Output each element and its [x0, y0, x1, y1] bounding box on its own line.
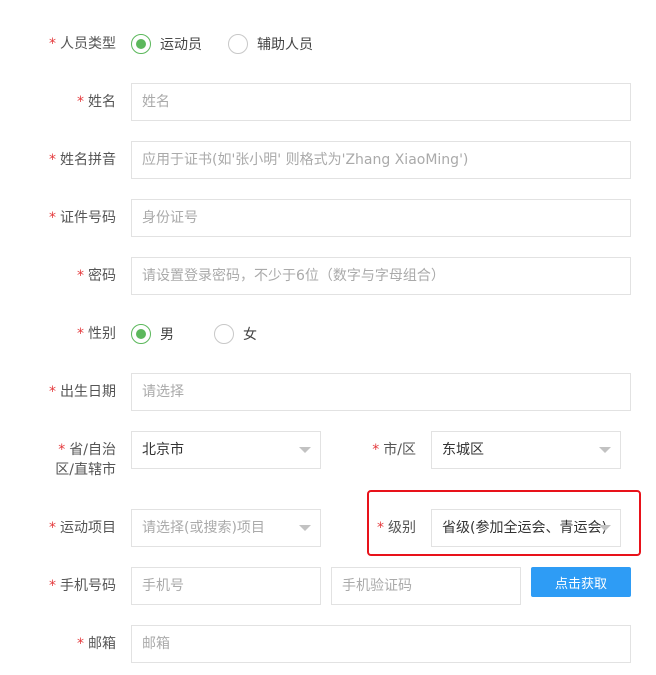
city-select[interactable]: 东城区 [431, 431, 621, 469]
gender-label: * 性别 [77, 326, 116, 342]
name-label: * 姓名 [77, 94, 116, 110]
radio-checked-icon [131, 324, 151, 344]
verification-code-input[interactable] [331, 567, 521, 605]
password-input[interactable] [131, 257, 631, 295]
email-input[interactable] [131, 625, 631, 663]
chevron-down-icon [299, 525, 311, 531]
pinyin-input[interactable] [131, 141, 631, 179]
get-code-button[interactable]: 点击获取 [531, 567, 631, 597]
radio-unchecked-icon [228, 34, 248, 54]
radio-athlete[interactable]: 运动员 [131, 34, 202, 54]
required-mark: * [49, 36, 56, 52]
radio-female[interactable]: 女 [214, 324, 257, 344]
person-type-radio-group: 运动员 辅助人员 [131, 34, 339, 54]
gender-radio-group: 男 女 [131, 324, 283, 344]
id-number-input[interactable] [131, 199, 631, 237]
chevron-down-icon [599, 525, 611, 531]
province-label: * 省/自治 区/直辖市 [55, 442, 116, 478]
level-label: * 级别 [377, 520, 416, 536]
password-label: * 密码 [77, 268, 116, 284]
level-select[interactable]: 省级(参加全运会、青运会) [431, 509, 621, 547]
sport-label: * 运动项目 [49, 520, 116, 536]
birth-date-label: * 出生日期 [49, 384, 116, 400]
chevron-down-icon [299, 447, 311, 453]
pinyin-label: * 姓名拼音 [49, 152, 116, 168]
person-type-label: * 人员类型 [49, 36, 116, 52]
email-label: * 邮箱 [77, 636, 116, 652]
radio-checked-icon [131, 34, 151, 54]
radio-support-staff[interactable]: 辅助人员 [228, 34, 313, 54]
phone-label: * 手机号码 [49, 578, 116, 594]
radio-unchecked-icon [214, 324, 234, 344]
phone-input[interactable] [131, 567, 321, 605]
sport-select[interactable]: 请选择(或搜索)项目 [131, 509, 321, 547]
birth-date-input[interactable] [131, 373, 631, 411]
city-label: * 市/区 [372, 442, 416, 458]
name-input[interactable] [131, 83, 631, 121]
chevron-down-icon [599, 447, 611, 453]
province-select[interactable]: 北京市 [131, 431, 321, 469]
radio-male[interactable]: 男 [131, 324, 174, 344]
id-number-label: * 证件号码 [49, 210, 116, 226]
